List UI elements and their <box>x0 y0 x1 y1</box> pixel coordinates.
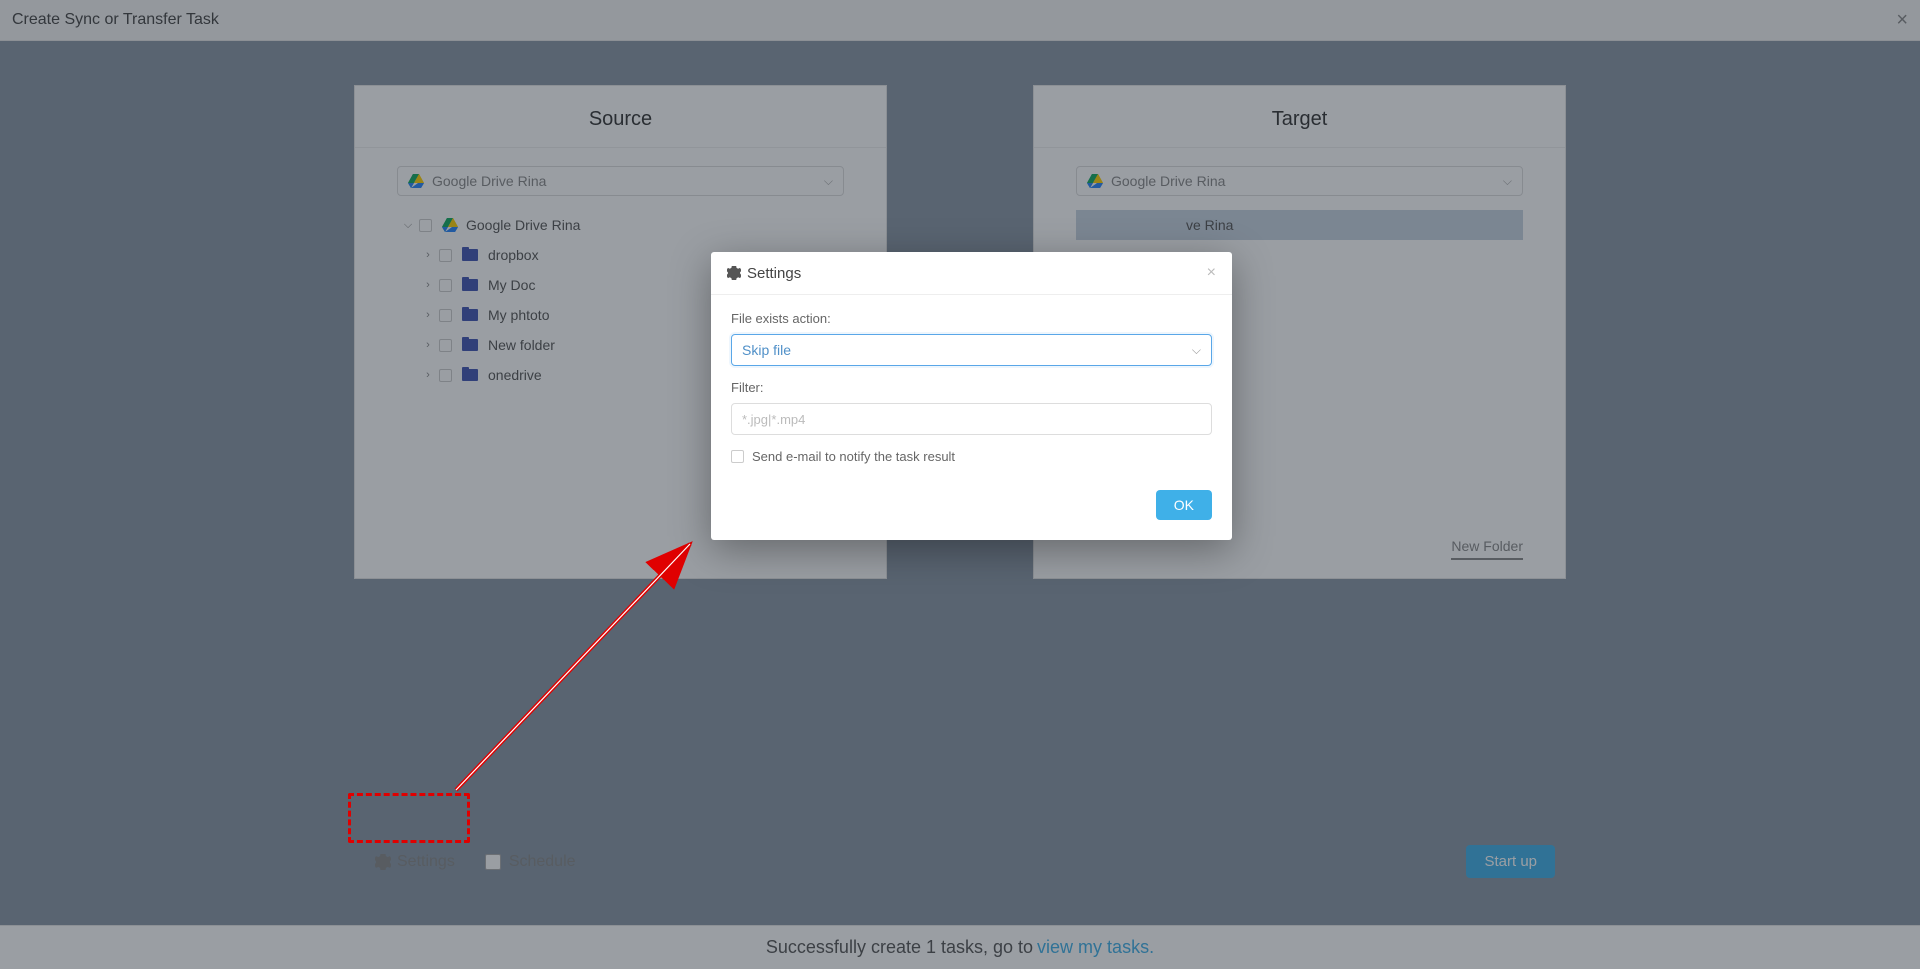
filter-label: Filter: <box>731 380 1212 395</box>
filter-placeholder: *.jpg|*.mp4 <box>742 412 805 427</box>
file-exists-label: File exists action: <box>731 311 1212 326</box>
file-exists-value: Skip file <box>742 342 791 358</box>
modal-title: Settings <box>747 265 801 282</box>
ok-button[interactable]: OK <box>1156 490 1212 520</box>
email-notify-checkbox[interactable] <box>731 450 744 463</box>
filter-input[interactable]: *.jpg|*.mp4 <box>731 403 1212 435</box>
chevron-down-icon: ⌵ <box>1192 343 1201 358</box>
file-exists-select[interactable]: Skip file ⌵ <box>731 334 1212 366</box>
settings-modal: Settings × File exists action: Skip file… <box>711 252 1232 540</box>
gear-icon <box>727 266 741 280</box>
modal-header: Settings × <box>711 252 1232 295</box>
close-icon[interactable]: × <box>1207 264 1216 282</box>
annotation-callout <box>348 793 470 843</box>
email-notify-label: Send e-mail to notify the task result <box>752 449 955 464</box>
